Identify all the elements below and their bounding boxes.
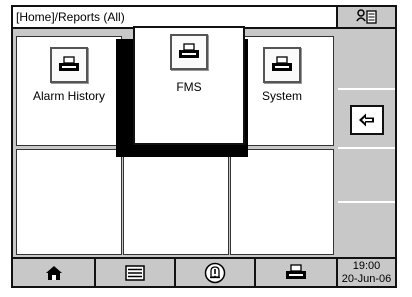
print-button[interactable] bbox=[256, 257, 338, 286]
alarm-bell-icon bbox=[204, 262, 226, 283]
report-label: Alarm History bbox=[32, 89, 105, 103]
home-button[interactable] bbox=[13, 257, 96, 286]
home-icon bbox=[45, 265, 62, 280]
report-label: System bbox=[261, 89, 302, 103]
empty-tile bbox=[123, 149, 229, 255]
report-label: FMS bbox=[176, 80, 202, 94]
side-slot bbox=[338, 31, 395, 90]
clock-date: 20-Jun-06 bbox=[341, 272, 392, 285]
user-button[interactable] bbox=[338, 7, 395, 29]
report-tile-fms[interactable]: FMS bbox=[133, 26, 245, 145]
user-list-icon bbox=[355, 9, 377, 24]
breadcrumb-text: [Home]/Reports (All) bbox=[16, 10, 125, 24]
list-icon bbox=[125, 264, 145, 281]
side-slot bbox=[338, 151, 395, 203]
printer-icon bbox=[50, 47, 88, 83]
printer-icon bbox=[263, 47, 301, 83]
printer-icon bbox=[286, 263, 306, 279]
empty-tile bbox=[16, 149, 122, 255]
clock: 19:00 20-Jun-06 bbox=[338, 257, 395, 286]
alarm-button[interactable] bbox=[176, 257, 256, 286]
back-button[interactable] bbox=[349, 104, 384, 135]
clock-time: 19:00 bbox=[352, 259, 381, 272]
touch-screen: [Home]/Reports (All) Alarm History Syste… bbox=[11, 5, 397, 288]
back-arrow-icon bbox=[358, 113, 374, 126]
back-slot bbox=[338, 92, 395, 149]
empty-tile bbox=[230, 149, 334, 255]
side-slot bbox=[338, 205, 395, 255]
list-button[interactable] bbox=[96, 257, 176, 286]
report-tile-alarm-history[interactable]: Alarm History bbox=[16, 36, 122, 146]
printer-icon bbox=[170, 34, 208, 70]
